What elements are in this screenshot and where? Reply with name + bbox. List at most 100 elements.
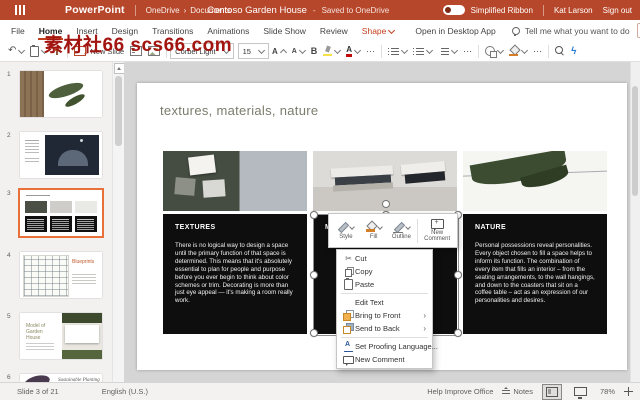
new-comment-button[interactable]: New Comment bbox=[420, 219, 454, 243]
tab-shape[interactable]: Shape bbox=[355, 20, 402, 41]
arrange-shape-button[interactable] bbox=[482, 42, 506, 60]
slide-editing-surface[interactable]: textures, materials, nature TEXTURES bbox=[137, 83, 627, 370]
font-name-combo[interactable]: Corbel Light bbox=[170, 43, 233, 59]
proofing-language-icon bbox=[344, 342, 353, 351]
more-shape-options-button[interactable]: ··· bbox=[530, 42, 545, 60]
font-color-button[interactable]: A bbox=[343, 42, 363, 60]
format-painter-button[interactable] bbox=[50, 42, 64, 60]
image-art bbox=[174, 177, 195, 196]
nature-image[interactable] bbox=[463, 151, 607, 211]
zoom-level[interactable]: 78% bbox=[600, 387, 615, 396]
nature-textbox[interactable]: NATURE Personal possessions reveal perso… bbox=[463, 214, 607, 334]
tab-file[interactable]: File bbox=[4, 20, 32, 41]
floating-mini-toolbar: Style Fill Outline New Comment bbox=[328, 213, 458, 248]
slide-show-button[interactable] bbox=[571, 384, 591, 400]
more-font-options-button[interactable]: ··· bbox=[363, 42, 378, 60]
menu-item-paste[interactable]: Paste bbox=[337, 278, 432, 291]
menu-item-send-to-back[interactable]: Send to Back › bbox=[337, 322, 432, 335]
tab-insert[interactable]: Insert bbox=[69, 20, 104, 41]
slide-thumbnail-5[interactable]: Model of Garden House bbox=[20, 313, 102, 359]
insert-image-button[interactable] bbox=[145, 42, 163, 60]
notes-toggle[interactable]: Notes bbox=[502, 387, 533, 396]
menu-item-cut[interactable]: ✂ Cut bbox=[337, 252, 432, 265]
chevron-down-icon bbox=[497, 47, 504, 54]
fit-to-window-icon[interactable] bbox=[624, 387, 633, 396]
bring-to-front-icon bbox=[343, 310, 354, 321]
open-in-desktop-button[interactable]: Open in Desktop App bbox=[415, 26, 495, 36]
font-size-combo[interactable]: 15 bbox=[238, 43, 269, 59]
save-status[interactable]: Saved to OneDrive bbox=[322, 6, 390, 15]
document-title[interactable]: Contoso Garden House bbox=[207, 5, 307, 16]
share-button[interactable] bbox=[637, 23, 640, 38]
shape-fill-button[interactable] bbox=[506, 42, 530, 60]
more-icon: ··· bbox=[366, 46, 375, 56]
format-painter-icon bbox=[53, 47, 61, 56]
grow-font-button[interactable]: A bbox=[269, 42, 289, 60]
tab-transitions[interactable]: Transitions bbox=[145, 20, 200, 41]
slide-thumbnail-3-selected[interactable] bbox=[20, 190, 102, 236]
menu-item-edit-text[interactable]: Edit Text bbox=[337, 296, 432, 309]
designer-button[interactable]: ϟ bbox=[568, 42, 579, 60]
sign-out-link[interactable]: Sign out bbox=[603, 6, 632, 15]
undo-button[interactable]: ↶ bbox=[5, 42, 27, 60]
menu-item-new-comment[interactable]: New Comment bbox=[337, 353, 432, 366]
fill-button[interactable]: Fill bbox=[360, 222, 388, 240]
slide-thumbnail-4[interactable]: Blueprints bbox=[20, 252, 102, 298]
statusbar-right-group: Help Improve Office Notes 78% bbox=[427, 384, 633, 400]
tab-animations[interactable]: Animations bbox=[200, 20, 256, 41]
normal-view-button[interactable] bbox=[542, 384, 562, 400]
thumb-caption: Blueprints bbox=[72, 259, 94, 265]
tab-design[interactable]: Design bbox=[105, 20, 145, 41]
thumb-art bbox=[50, 201, 72, 213]
layout-icon bbox=[130, 46, 142, 56]
tab-review[interactable]: Review bbox=[313, 20, 355, 41]
slide-number: 5 bbox=[7, 313, 11, 320]
menu-item-bring-to-front[interactable]: Bring to Front › bbox=[337, 309, 432, 322]
scrollbar-thumb[interactable] bbox=[632, 86, 638, 196]
menu-item-copy[interactable]: Copy bbox=[337, 265, 432, 278]
chevron-down-icon bbox=[401, 47, 408, 54]
canvas-scrollbar[interactable] bbox=[630, 62, 640, 383]
align-button[interactable] bbox=[435, 42, 460, 60]
new-slide-button[interactable]: New Slide bbox=[71, 42, 127, 60]
materials-image[interactable] bbox=[313, 151, 457, 211]
numbering-button[interactable] bbox=[410, 42, 435, 60]
scrollbar-thumb[interactable] bbox=[115, 76, 122, 146]
shrink-font-button[interactable]: A bbox=[289, 42, 308, 60]
thumb-art bbox=[23, 255, 69, 297]
tab-slide-show[interactable]: Slide Show bbox=[256, 20, 313, 41]
chevron-down-icon bbox=[334, 47, 341, 54]
help-improve-office-link[interactable]: Help Improve Office bbox=[427, 387, 493, 396]
style-button[interactable]: Style bbox=[332, 222, 360, 240]
toolbar-divider bbox=[166, 45, 167, 58]
highlight-button[interactable] bbox=[320, 42, 343, 60]
slide-title[interactable]: textures, materials, nature bbox=[160, 103, 318, 118]
textures-image[interactable] bbox=[163, 151, 307, 211]
more-paragraph-options-button[interactable]: ··· bbox=[460, 42, 475, 60]
paste-button[interactable] bbox=[27, 42, 50, 60]
layout-button[interactable] bbox=[127, 42, 145, 60]
numbered-list-icon bbox=[413, 47, 424, 56]
menu-item-set-proofing-language[interactable]: Set Proofing Language... bbox=[337, 340, 432, 353]
designer-bolt-icon: ϟ bbox=[571, 46, 576, 57]
bullets-button[interactable] bbox=[385, 42, 410, 60]
thumb-art bbox=[72, 274, 96, 275]
ribbon-tabs-row: File Home Insert Design Transitions Anim… bbox=[0, 20, 640, 41]
simplified-ribbon-toggle[interactable] bbox=[443, 5, 465, 15]
app-launcher-icon[interactable] bbox=[15, 5, 25, 15]
toolbar-divider bbox=[67, 45, 68, 58]
tell-me-box[interactable]: Tell me what you want to do bbox=[512, 26, 630, 36]
bold-button[interactable]: B bbox=[308, 42, 321, 60]
outline-button[interactable]: Outline bbox=[388, 222, 416, 240]
comment-icon bbox=[343, 356, 354, 364]
user-name[interactable]: Kat Larson bbox=[554, 6, 593, 15]
tab-home[interactable]: Home bbox=[32, 20, 70, 41]
language-status[interactable]: English (U.S.) bbox=[102, 387, 148, 396]
find-button[interactable] bbox=[552, 42, 568, 60]
slide-thumbnail-2[interactable] bbox=[20, 132, 102, 178]
chevron-down-icon bbox=[41, 47, 48, 54]
breadcrumb-root[interactable]: OneDrive bbox=[146, 6, 180, 15]
thumb-art bbox=[26, 343, 54, 344]
slide-thumbnail-1[interactable] bbox=[20, 71, 102, 117]
textures-textbox[interactable]: TEXTURES There is no logical way to desi… bbox=[163, 214, 307, 334]
